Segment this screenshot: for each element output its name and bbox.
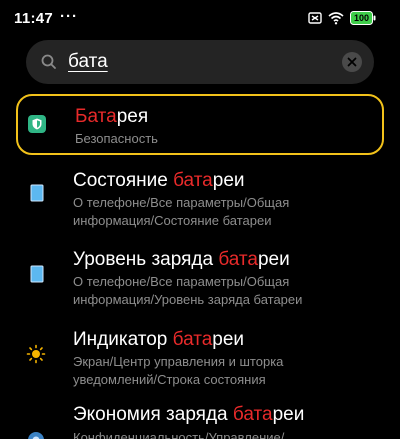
search-result-item[interactable]: Экономия заряда батареи Конфиденциальнос… (16, 404, 384, 439)
result-path: Безопасность (75, 131, 158, 146)
battery-level: 100 (353, 13, 370, 23)
result-title: Экономия заряда батареи (73, 404, 305, 425)
search-result-item[interactable]: Уровень заряда батареи О телефоне/Все па… (16, 245, 384, 315)
battery-icon: 100 (350, 11, 376, 25)
status-bar: 11:47 ··· 100 (0, 0, 400, 36)
clear-search-button[interactable] (342, 52, 362, 72)
result-path: Экран/Центр управления и шторка уведомлен… (73, 354, 284, 387)
sun-icon (26, 344, 46, 369)
result-path: Конфиденциальность/Управление/ (73, 430, 285, 439)
result-title: Уровень заряда батареи (73, 249, 290, 270)
search-icon (40, 53, 58, 76)
search-result-item[interactable]: Батарея Безопасность (16, 94, 384, 155)
phone-icon (30, 265, 44, 288)
search-input[interactable] (68, 50, 318, 74)
shield-icon (28, 115, 46, 138)
result-title: Индикатор батареи (73, 329, 245, 350)
status-icons: 100 (308, 11, 388, 25)
search-result-item[interactable]: Состояние батареи О телефоне/Все парамет… (16, 164, 384, 234)
result-title: Состояние батареи (73, 170, 245, 191)
wifi-icon (328, 11, 344, 30)
result-title: Батарея (75, 106, 149, 127)
result-path: О телефоне/Все параметры/Общая информация… (73, 274, 303, 307)
phone-icon (30, 184, 44, 207)
more-notifications-icon: ··· (60, 8, 78, 25)
status-time: 11:47 (14, 10, 54, 27)
result-path: О телефоне/Все параметры/Общая информация… (73, 195, 290, 228)
no-sim-icon (308, 11, 322, 30)
search-result-item[interactable]: Индикатор батареи Экран/Центр управления… (16, 325, 384, 395)
search-bar[interactable] (26, 40, 374, 84)
settings-icon (26, 430, 46, 439)
